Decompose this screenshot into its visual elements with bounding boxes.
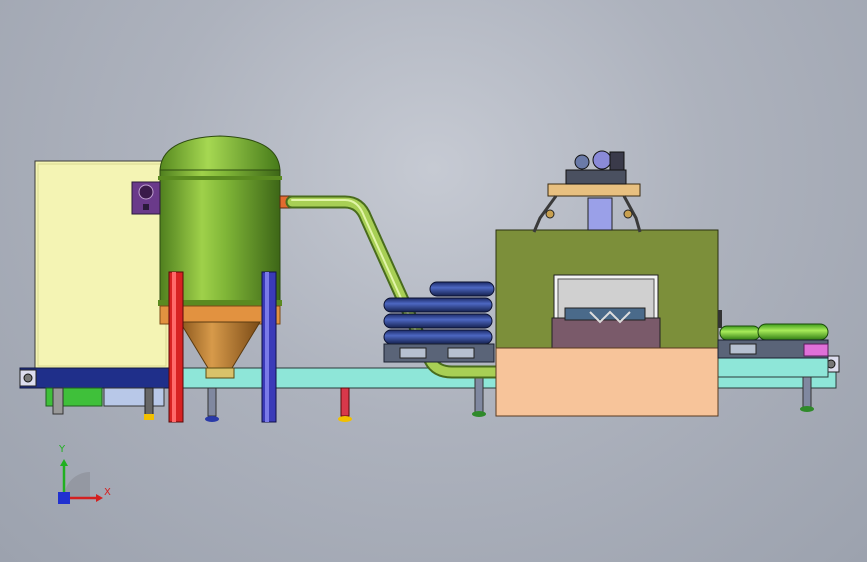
assembly-model[interactable] [0, 0, 867, 562]
output-bottles[interactable] [717, 310, 829, 359]
axis-label-x: X [104, 487, 111, 498]
press-machine[interactable] [495, 229, 719, 417]
cabinet-base[interactable] [45, 387, 165, 420]
cad-viewport[interactable]: X Y [0, 0, 867, 562]
top-gantry[interactable] [532, 150, 642, 233]
tank-leg-right[interactable] [261, 271, 277, 423]
tank-leg-left[interactable] [168, 271, 184, 423]
axis-label-y: Y [59, 444, 66, 455]
axis-triad [58, 459, 103, 504]
